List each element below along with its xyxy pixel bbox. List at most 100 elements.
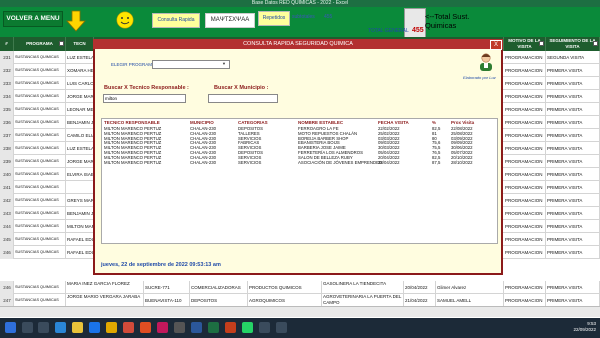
cell-tecnico[interactable]: GREYS MAR [66,194,94,207]
cell-tecnico[interactable]: MARIA INEZ GARCIA FLOREZ [66,281,144,294]
cell-num[interactable]: 235 [0,103,14,116]
chrome-icon[interactable] [72,322,83,333]
result-cell-municipio[interactable]: CHALAN-230 [190,160,216,165]
filter-icon[interactable] [593,41,598,46]
powerpoint-icon[interactable] [225,322,236,333]
cell-seguimiento[interactable]: PRIMERA VISITA [546,207,600,220]
cell-programa[interactable]: SUSTANCIAS QUIMICAS [14,64,66,77]
task-view-icon[interactable] [38,322,49,333]
cell-num[interactable]: 233 [0,77,14,90]
cell-num[interactable]: 241 [0,181,14,194]
cell-tecnico[interactable]: JORGE MARIO JARABA [66,90,94,103]
result-cell-categoria[interactable]: SERVICIOS [238,160,261,165]
cell-num[interactable]: 232 [0,64,14,77]
cell-motivo[interactable]: PROGRAMACION [504,194,546,207]
cell-motivo[interactable]: PROGRAMACION [504,77,546,90]
cell-categoria[interactable]: COMERCIALIZADORAS [190,281,248,294]
result-cell-prox[interactable]: 28/10/2022 [451,160,473,165]
cell-programa[interactable]: SUSTANCIAS QUIMICAS [14,233,66,246]
cell-programa[interactable]: SUSTANCIAS QUIMICAS [14,281,66,294]
cell-tecnico[interactable]: LUIS CARLOS HERAZO [66,77,94,90]
app-icon[interactable] [157,322,168,333]
programa-select[interactable] [152,60,230,69]
cell-motivo[interactable]: PROGRAMACION [504,207,546,220]
cell-motivo[interactable]: PROGRAMACION [504,246,546,259]
repetidos-button[interactable]: Repetidos [258,11,290,26]
app-icon[interactable] [276,322,287,333]
cell-num[interactable]: 240 [0,168,14,181]
cell-tecnico[interactable]: BENJAMIN JA ARROYO [66,116,94,129]
cell-tecnico[interactable]: RAFAEL EDU ACOSTA [66,246,94,259]
clock[interactable]: 9:53 22/09/2022 [562,321,596,333]
cell-motivo[interactable]: PROGRAMACION [504,51,546,64]
cell-seguimiento[interactable]: PRIMERA VISITA [546,103,600,116]
total-cell[interactable] [404,8,426,39]
cell-tecnico[interactable]: CAMILO ELIA [66,129,94,142]
cell-num[interactable]: 236 [0,116,14,129]
cell-seguimiento[interactable]: PRIMERA VISITA [546,142,600,155]
cell-seguimiento[interactable]: PRIMERA VISITA [546,220,600,233]
cell-motivo[interactable]: PROGRAMACION [504,103,546,116]
cell-programa[interactable]: SUSTANCIAS QUIMICAS [14,51,66,64]
file-explorer-icon[interactable] [106,322,117,333]
cell-num[interactable]: 245 [0,233,14,246]
app-icon[interactable] [174,322,185,333]
cell-motivo[interactable]: PROGRAMACION [504,64,546,77]
cell-nombre[interactable]: PRODUCTOS QUIMICOS [248,281,322,294]
smiley-icon[interactable] [116,11,134,29]
firefox-icon[interactable] [140,322,151,333]
cell-seguimiento[interactable]: PRIMERA VISITA [546,168,600,181]
word-icon[interactable] [191,322,202,333]
cell-programa[interactable]: SUSTANCIAS QUIMICAS [14,142,66,155]
edge-icon[interactable] [55,322,66,333]
cell-programa[interactable]: SUSTANCIAS QUIMICAS [14,168,66,181]
cell-motivo[interactable]: PROGRAMACION [504,168,546,181]
cell-num[interactable]: 231 [0,51,14,64]
cell-seguimiento[interactable]: PRIMERA VISITA [546,246,600,259]
col-header-programa[interactable]: PROGRAMA [14,37,66,51]
cell-seguimiento[interactable]: PRIMERA VISITA [546,90,600,103]
excel-icon[interactable] [208,322,219,333]
whatsapp-icon[interactable] [242,322,253,333]
cell-seguimiento[interactable]: PRIMERA VISITA [546,116,600,129]
cell-motivo[interactable]: PROGRAMACION [504,129,546,142]
cell-seguimiento[interactable]: PRIMERA VISITA [546,281,600,294]
skype-icon[interactable] [89,322,100,333]
cell-seguimiento[interactable]: PRIMERA VISITA [546,233,600,246]
cell-tecnico[interactable]: RAFAEL EDU ACOSTA [66,233,94,246]
result-cell-nombre[interactable]: ASOCIACIÓN DE JÓVENES EMPRENDED [298,160,382,165]
cell-municipio[interactable]: SUCRE-771 [144,281,190,294]
cell-tecnico[interactable]: LUZ ESTELA [66,142,94,155]
cell-tecnico[interactable]: XOMARA HERRERA [66,64,94,77]
windows-start-icon[interactable] [5,322,16,333]
cell-tecnico[interactable]: ELVIRA ISABE [66,168,94,181]
cell-programa[interactable]: SUSTANCIAS QUIMICAS [14,220,66,233]
cell-motivo[interactable]: PROGRAMACION [504,181,546,194]
cell-programa[interactable]: SUSTANCIAS QUIMICAS [14,181,66,194]
cell-seguimiento[interactable]: PRIMERA VISITA [546,155,600,168]
cell-seguimiento[interactable]: SEGUNDA VISITA [546,51,600,64]
cell-seguimiento[interactable]: PRIMERA VISITA [546,77,600,90]
filter-icon[interactable] [59,41,64,46]
cell-motivo[interactable]: PROGRAMACION [504,116,546,129]
tecnico-search-input[interactable]: milton [103,94,186,103]
cell-programa[interactable]: SUSTANCIAS QUIMICAS [14,103,66,116]
cell-motivo[interactable]: PROGRAMACION [504,142,546,155]
volver-menu-button[interactable]: VOLVER A MENU [3,11,63,27]
cell-programa[interactable]: SUSTANCIAS QUIMICAS [14,116,66,129]
cell-programa[interactable]: SUSTANCIAS QUIMICAS [14,194,66,207]
consulta-rapida-button[interactable]: Consulta Rapida [152,13,200,28]
search-icon[interactable] [22,322,33,333]
cell-seguimiento[interactable]: PRIMERA VISITA [546,129,600,142]
cell-fecha[interactable]: 20/04/2022 [404,281,436,294]
cell-programa[interactable]: SUSTANCIAS QUIMICAS [14,77,66,90]
cell-motivo[interactable]: PROGRAMACION [504,90,546,103]
col-header-seguimiento[interactable]: SEGUIMIENTO DE LA VISITA [546,37,600,51]
cell-programa[interactable]: SUSTANCIAS QUIMICAS [14,155,66,168]
cell-programa[interactable]: SUSTANCIAS QUIMICAS [14,90,66,103]
cell-motivo[interactable]: PROGRAMACION [504,220,546,233]
result-cell-fecha[interactable]: 28/04/2022 [378,160,400,165]
cell-num[interactable]: 237 [0,129,14,142]
cell-programa[interactable]: SUSTANCIAS QUIMICAS [14,129,66,142]
cell-num[interactable]: 238 [0,142,14,155]
